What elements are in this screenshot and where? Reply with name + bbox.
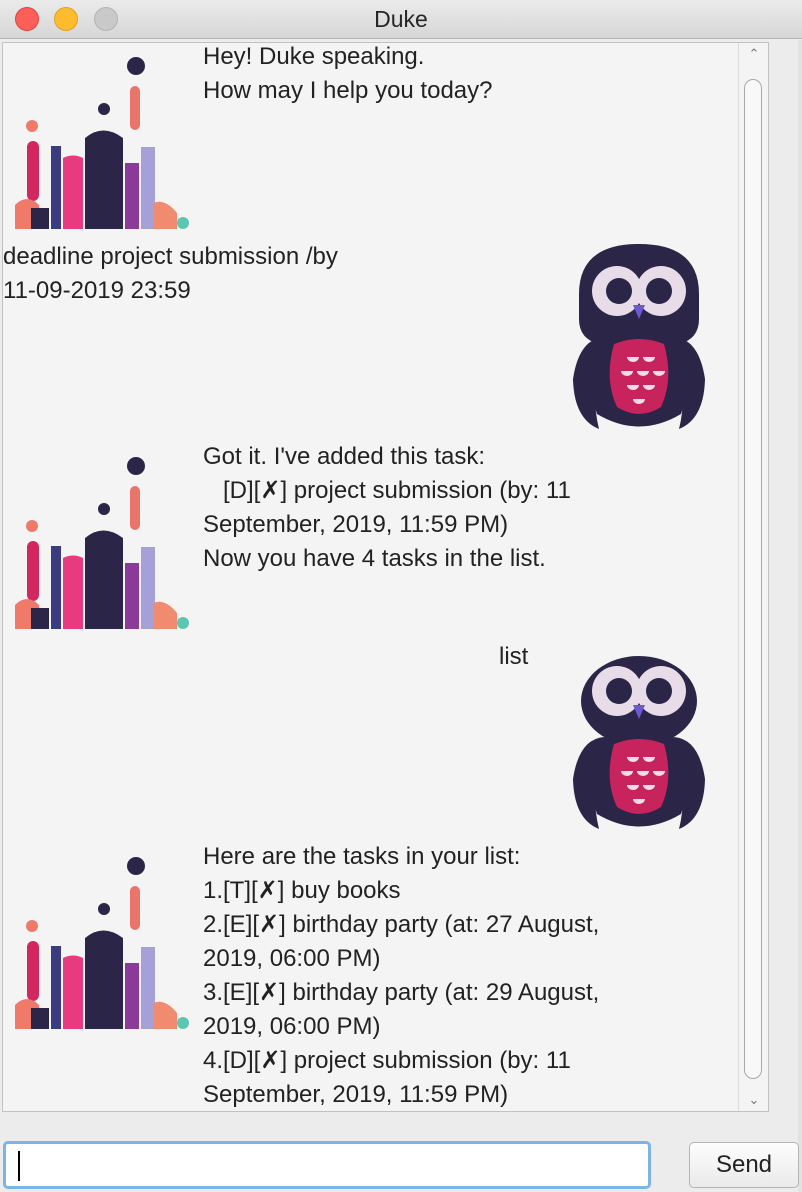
title-bar: Duke bbox=[0, 0, 802, 39]
duke-message: Here are the tasks in your list: 1.[T][✗… bbox=[203, 843, 600, 1108]
chevron-up-icon[interactable]: ⌃ bbox=[747, 47, 761, 61]
duke-message: Got it. I've added this task: [D][✗] pro… bbox=[203, 443, 571, 572]
user-message: list bbox=[499, 643, 529, 670]
dialog-scroll-pane[interactable]: Hey! Duke speaking. How may I help you t… bbox=[2, 42, 769, 1112]
user-message: deadline project submission /by 11-09-20… bbox=[3, 243, 338, 304]
duke-avatar-icon bbox=[15, 57, 189, 233]
duke-avatar-icon bbox=[15, 457, 189, 633]
send-button[interactable]: Send bbox=[689, 1142, 799, 1188]
user-avatar-icon bbox=[573, 656, 705, 829]
duke-message: Hey! Duke speaking. How may I help you t… bbox=[203, 43, 493, 104]
vertical-scrollbar[interactable]: ⌃ ⌄ bbox=[738, 43, 768, 1111]
chevron-down-icon[interactable]: ⌄ bbox=[747, 1093, 761, 1107]
scrollbar-thumb[interactable] bbox=[744, 79, 762, 1079]
window-edge bbox=[798, 40, 802, 1192]
user-input-field[interactable] bbox=[3, 1141, 651, 1189]
user-avatar-icon bbox=[573, 244, 705, 429]
duke-avatar-icon bbox=[15, 857, 189, 1033]
window-title: Duke bbox=[374, 6, 428, 32]
text-caret bbox=[18, 1151, 20, 1181]
